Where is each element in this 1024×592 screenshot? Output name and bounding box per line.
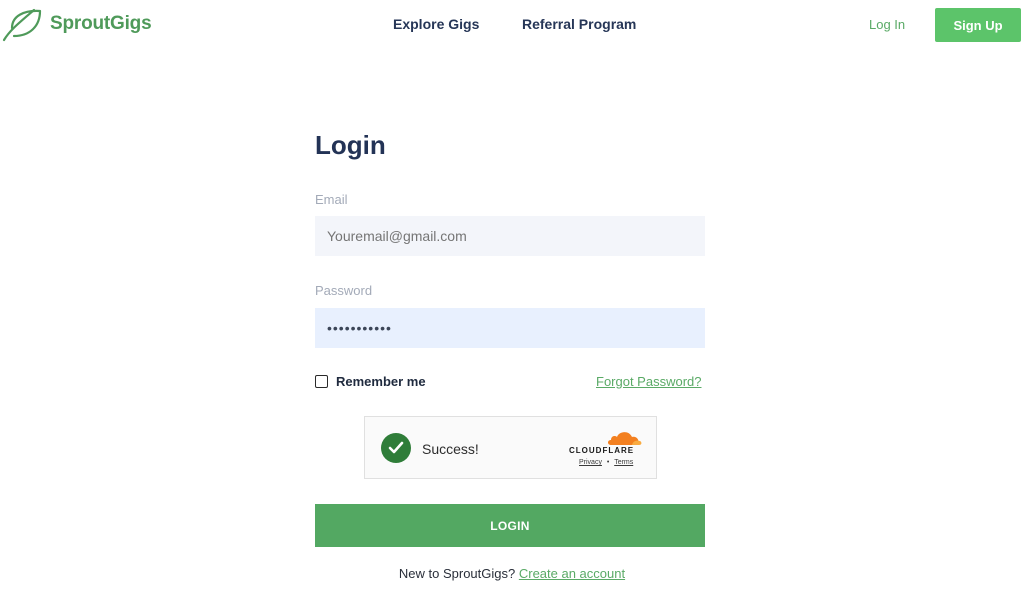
sign-up-button[interactable]: Sign Up: [935, 8, 1021, 42]
leaf-logo-icon: [2, 8, 42, 42]
signup-prompt-line: New to SproutGigs? Create an account: [0, 566, 1024, 581]
login-button[interactable]: LOGIN: [315, 504, 705, 547]
nav-referral-program[interactable]: Referral Program: [522, 16, 636, 32]
top-navigation: SproutGigs Explore Gigs Referral Program…: [0, 0, 1024, 50]
cloudflare-captcha[interactable]: Success! CLOUDFLARE Privacy • Terms: [364, 416, 657, 479]
create-account-link[interactable]: Create an account: [519, 566, 625, 581]
links-separator: •: [606, 459, 610, 466]
forgot-password-link[interactable]: Forgot Password?: [596, 374, 702, 389]
remember-me-label: Remember me: [336, 374, 426, 389]
brand-logo[interactable]: SproutGigs: [0, 6, 152, 42]
remember-me-checkbox[interactable]: [315, 375, 328, 388]
password-label: Password: [315, 283, 373, 298]
brand-name: SproutGigs: [50, 13, 152, 34]
nav-explore-gigs[interactable]: Explore Gigs: [393, 16, 479, 32]
email-field[interactable]: [315, 216, 705, 256]
success-check-icon: [381, 433, 411, 463]
cloudflare-logo: CLOUDFLARE Privacy • Terms: [569, 428, 645, 466]
cloudflare-wordmark: CLOUDFLARE: [569, 446, 635, 455]
page-title: Login: [315, 130, 386, 160]
captcha-status: Success!: [422, 441, 479, 457]
remember-me[interactable]: Remember me: [315, 374, 426, 389]
terms-link[interactable]: Terms: [614, 459, 633, 466]
login-link[interactable]: Log In: [869, 17, 905, 32]
privacy-link[interactable]: Privacy: [579, 459, 602, 466]
password-field[interactable]: •••••••••••: [315, 308, 705, 348]
password-value: •••••••••••: [327, 320, 392, 336]
signup-prompt: New to SproutGigs?: [398, 566, 516, 581]
cloud-icon: [608, 432, 642, 445]
captcha-links: Privacy • Terms: [579, 459, 645, 466]
email-label: Email: [315, 192, 348, 207]
